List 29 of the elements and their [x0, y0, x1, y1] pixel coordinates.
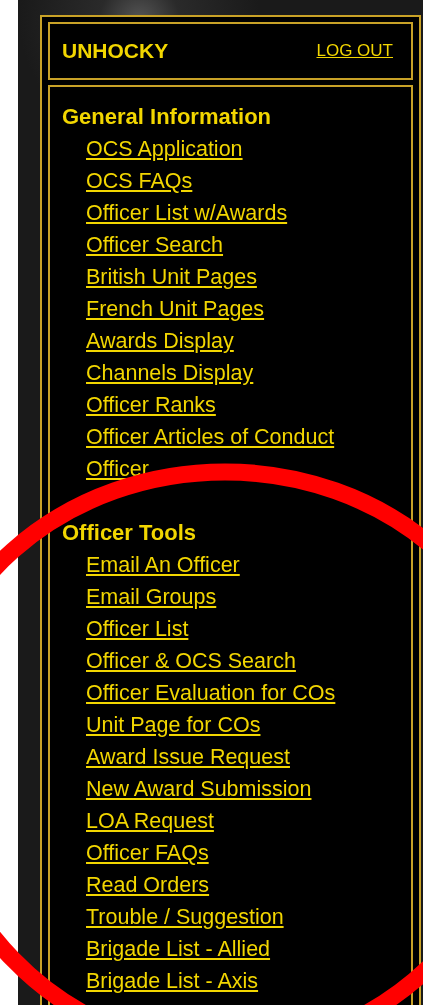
menu-link[interactable]: Email Groups	[86, 581, 217, 613]
menu-link[interactable]: Officer List	[86, 613, 189, 645]
section-title: General Information	[62, 103, 272, 131]
menu-link[interactable]: Brigade List - Allied	[86, 933, 271, 965]
menu-link[interactable]: Read Orders	[86, 869, 210, 901]
menu-link[interactable]: New Award Submission	[86, 773, 312, 805]
section-title: Officer Tools	[62, 519, 197, 547]
menu-link[interactable]: Email An Officer	[86, 549, 240, 581]
menu-link[interactable]: OCS Application	[86, 133, 243, 165]
username: UNHOCKY	[62, 39, 169, 63]
menu-link[interactable]: Trouble / Suggestion	[86, 901, 284, 933]
menu-link[interactable]: LOA Request	[86, 805, 214, 837]
logout-link[interactable]: LOG OUT	[316, 41, 393, 61]
menu-link[interactable]: Officer Search	[86, 229, 224, 261]
menu-link[interactable]: Officer	[86, 453, 149, 485]
menu-link[interactable]: Unit Page for COs	[86, 709, 261, 741]
menu-link[interactable]: Channels Display	[86, 357, 254, 389]
menu-link[interactable]: Officer FAQs	[86, 837, 209, 869]
menu-link[interactable]: Officer & OCS Search	[86, 645, 296, 677]
menu-link[interactable]: Officer Evaluation for COs	[86, 677, 336, 709]
menu-link[interactable]: British Unit Pages	[86, 261, 257, 293]
menu-link[interactable]: Award Issue Request	[86, 741, 290, 773]
menu-link[interactable]: Officer List w/Awards	[86, 197, 288, 229]
menu-link[interactable]: French Unit Pages	[86, 293, 265, 325]
menu-link[interactable]: Officer Ranks	[86, 389, 216, 421]
menu-link[interactable]: Brigade List - Axis	[86, 965, 259, 997]
menu-link[interactable]: Awards Display	[86, 325, 234, 357]
menu-link[interactable]: Officer Articles of Conduct	[86, 421, 335, 453]
menu-link[interactable]: OCS FAQs	[86, 165, 193, 197]
